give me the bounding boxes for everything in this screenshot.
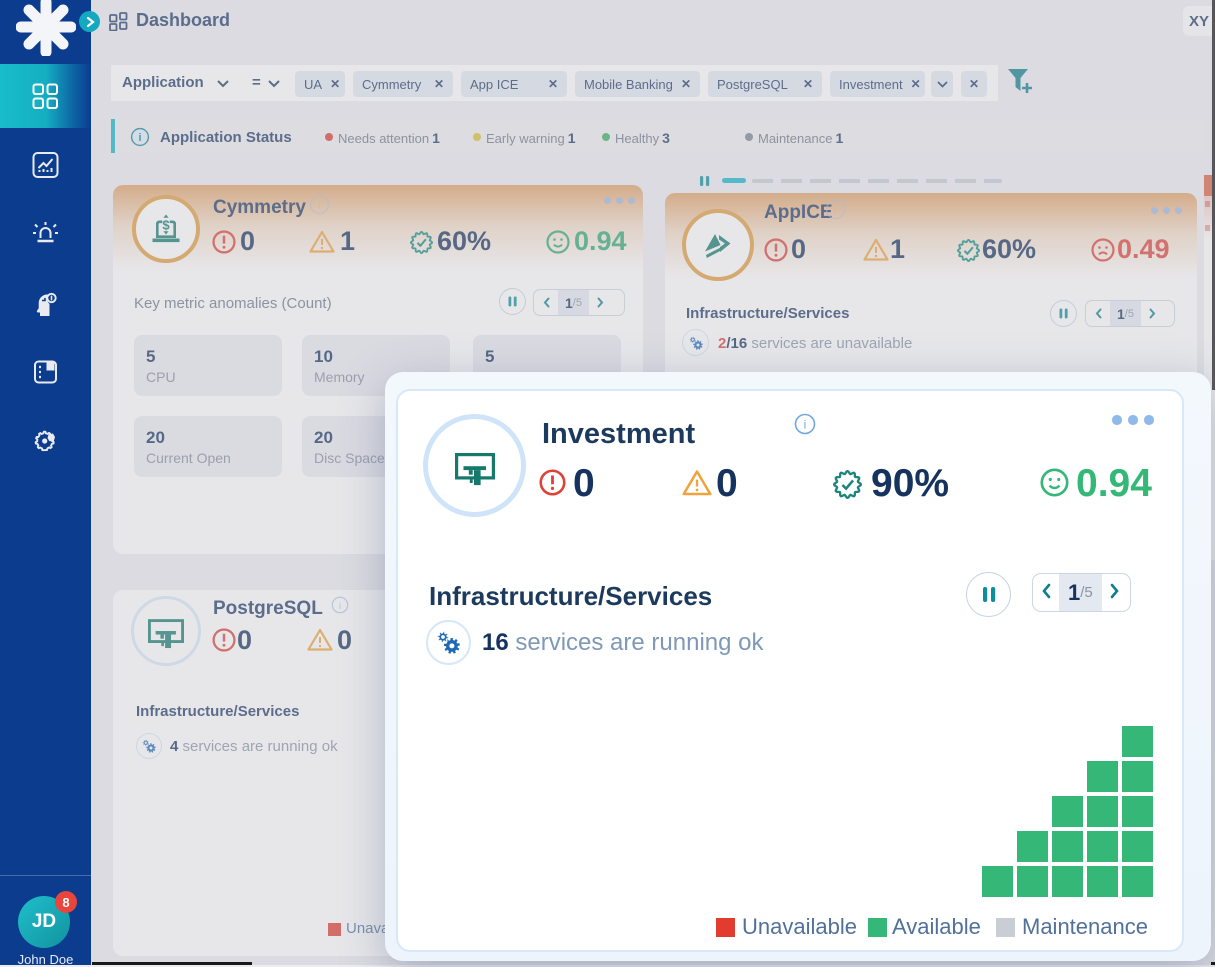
svg-text:i: i	[804, 418, 807, 432]
